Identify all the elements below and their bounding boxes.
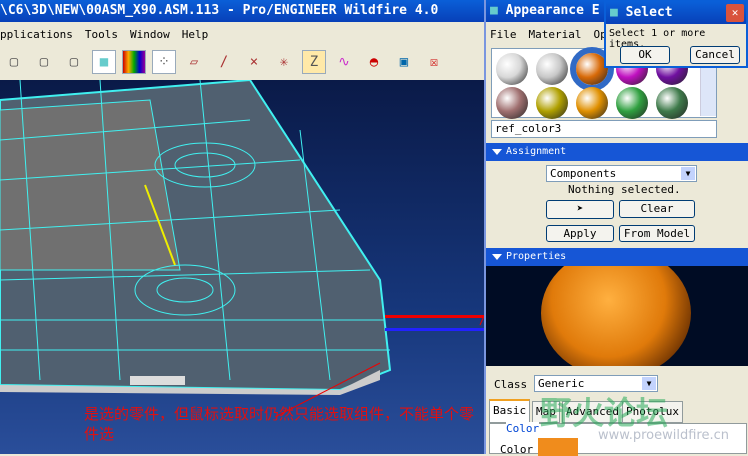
menu-file[interactable]: File [490,28,517,41]
ok-button[interactable]: OK [620,46,670,64]
swatch-6[interactable] [536,87,568,119]
main-menu-bar: pplications Tools Window Help [0,24,484,46]
swatch-0[interactable] [496,53,528,85]
select-dialog: ■ Select ✕ Select 1 or more items. OK Ca… [604,0,748,68]
swatch-8[interactable] [616,87,648,119]
annotation-note: 是选的零件，但鼠标选取时仍然只能选取组件，不能单个零件选 [84,405,475,443]
filter-value: Components [550,167,617,180]
class-label: Class [494,378,528,391]
menu-tools[interactable]: Tools [85,28,118,41]
chevron-down-icon[interactable]: ▼ [642,377,656,390]
annotation-icon[interactable]: Z [302,50,326,74]
menu-help[interactable]: Help [182,28,209,41]
close-icon[interactable]: ✕ [726,4,744,22]
color-label: Color [500,443,534,456]
tab-basic[interactable]: Basic [489,399,531,423]
tab-map[interactable]: Map [532,401,560,423]
graphics-viewport[interactable] [0,80,484,454]
menu-window[interactable]: Window [130,28,170,41]
assignment-header[interactable]: Assignment [486,143,748,161]
color-bands-icon[interactable] [122,50,146,74]
properties-header[interactable]: Properties [486,248,748,266]
class-select[interactable]: Generic ▼ [534,375,658,392]
tab-photolux[interactable]: Photolux [622,401,683,423]
appearance-name-field[interactable]: ref_color3 [491,120,717,138]
appearance-title: Appearance E [505,3,600,18]
toolbar: ▢ ▢ ▢ ■ ⁘ ▱ / × ✳ Z ∿ ◓ ▣ ☒ [0,47,484,79]
close-window-icon[interactable]: ☒ [422,50,446,74]
swatch-5[interactable] [496,87,528,119]
menu-applications[interactable]: pplications [0,28,73,41]
from-model-button[interactable]: From Model [619,225,695,242]
surface-analysis-icon[interactable]: ◓ [362,50,386,74]
class-value: Generic [538,377,585,390]
cursor-arrow-icon: ➤ [576,202,584,215]
assignment-filter-select[interactable]: Components ▼ [546,165,697,182]
coord-sys-icon[interactable]: ✳ [272,50,296,74]
wireframe-model [0,80,484,418]
swatch-7[interactable] [576,87,608,119]
color-group-label: Color [506,422,540,435]
window-title: \C6\3D\NEW\00ASM_X90.ASM.113 - Pro/ENGIN… [0,3,439,18]
color-swatch-button[interactable] [538,438,578,456]
datum-axis-icon[interactable]: / [212,50,236,74]
no-hidden-icon[interactable]: ▢ [62,50,86,74]
select-title-bar: ■ Select [606,2,746,24]
swatch-1[interactable] [536,53,568,85]
shading-icon[interactable]: ■ [92,50,116,74]
appearance-preview [486,266,748,366]
swatch-9[interactable] [656,87,688,119]
window-icon: ■ [610,5,626,20]
window-activate-icon[interactable]: ▣ [392,50,416,74]
menu-material[interactable]: Material [529,28,582,41]
watermark-url: www.proewildfire.cn [598,428,729,443]
wireframe-icon[interactable]: ▢ [2,50,26,74]
apply-button[interactable]: Apply [546,225,614,242]
clear-button[interactable]: Clear [619,200,695,218]
hidden-line-icon[interactable]: ▢ [32,50,56,74]
window-icon: ■ [490,3,506,18]
appearance-editor: ■ Appearance E FileMaterialOpt ref_color… [484,0,748,456]
select-title: Select [625,5,673,20]
datum-plane-icon[interactable]: ▱ [182,50,206,74]
selection-status: Nothing selected. [568,183,681,196]
cancel-button[interactable]: Cancel [690,46,740,64]
model-tree-icon[interactable]: ⁘ [152,50,176,74]
datum-point-icon[interactable]: × [242,50,266,74]
main-title-bar: \C6\3D\NEW\00ASM_X90.ASM.113 - Pro/ENGIN… [0,0,484,22]
chevron-down-icon[interactable]: ▼ [681,167,695,180]
tab-advanced[interactable]: Advanced [562,401,623,423]
spin-center-icon[interactable]: ∿ [332,50,356,74]
select-button[interactable]: ➤ [546,200,614,219]
